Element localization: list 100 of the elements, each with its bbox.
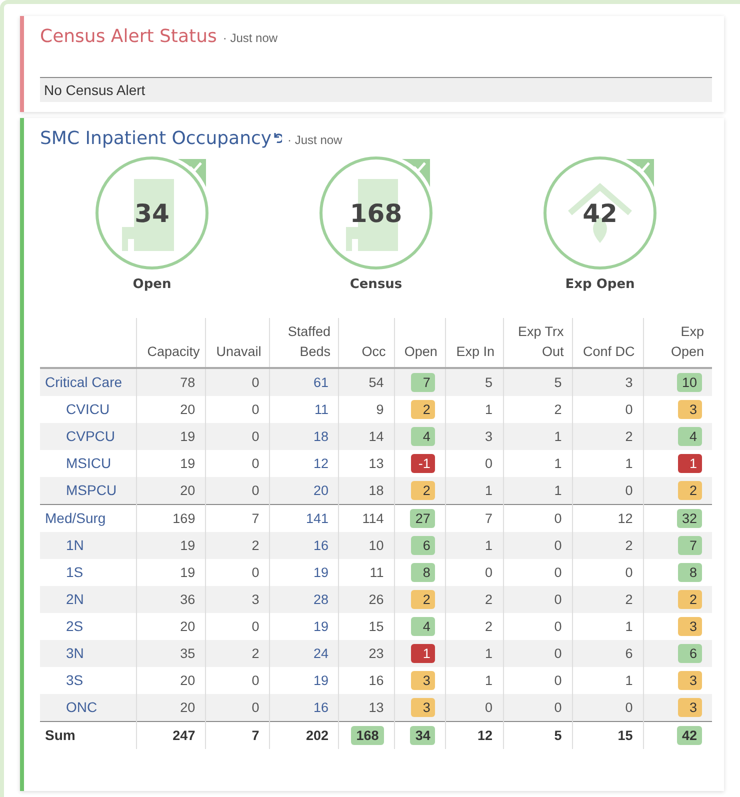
status-badge: 1 (678, 454, 702, 472)
column-header: Unavail (216, 343, 262, 362)
staffed-beds-link[interactable]: 16 (313, 700, 328, 714)
status-badge: 2 (678, 480, 702, 500)
card-title[interactable]: SMC Inpatient Occupancy (40, 128, 272, 149)
status-badge: 7 (411, 372, 436, 392)
table-cell: 54 (368, 374, 384, 390)
table-cell: Sum (45, 727, 76, 743)
staffed-beds-link[interactable]: 20 (313, 482, 328, 498)
staffed-beds-link[interactable]: 19 (313, 672, 328, 688)
status-badge: 7 (678, 536, 702, 554)
staffed-beds-link[interactable]: 61 (313, 374, 328, 390)
status-badge: 34 (410, 726, 436, 744)
table-cell: 1 (485, 646, 493, 660)
staffed-beds-link[interactable]: 28 (313, 592, 328, 606)
table-cell: 19 (180, 456, 196, 470)
table-cell: 2 (252, 646, 260, 660)
table-cell: 2 (625, 592, 633, 606)
table-cell: 7 (252, 728, 260, 742)
updated-time: · Just now (222, 31, 278, 45)
table-cell: 0 (252, 618, 260, 634)
staffed-beds-link[interactable]: 11 (314, 402, 328, 416)
table-cell: 0 (554, 564, 562, 580)
table-cell: 5 (485, 374, 493, 390)
staffed-beds-link[interactable]: 141 (306, 510, 328, 526)
table-cell: 1 (625, 618, 633, 634)
kpi-value: 168 (350, 198, 402, 228)
staffed-beds-link[interactable]: 16 (313, 538, 328, 552)
unit-link[interactable]: 1S (66, 564, 84, 580)
table-cell: 0 (554, 538, 562, 552)
table-cell: 19 (180, 538, 196, 552)
status-badge: 3 (678, 616, 702, 636)
status-badge: 4 (678, 426, 702, 446)
status-badge: 2 (411, 480, 436, 500)
table-cell: 0 (252, 672, 260, 688)
table-cell: 1 (554, 482, 562, 498)
table-cell: 1 (485, 538, 493, 552)
unit-link[interactable]: CVICU (66, 401, 110, 417)
table-cell: 12 (618, 510, 633, 526)
hospital-icon (122, 179, 174, 251)
table-cell: 0 (485, 564, 493, 580)
table-cell: 20 (180, 618, 196, 634)
status-badge: 42 (676, 726, 702, 744)
kpi-value: 34 (134, 198, 170, 228)
unit-link[interactable]: 2N (66, 591, 84, 607)
table-cell: 0 (625, 402, 633, 416)
table-cell: 18 (368, 482, 384, 498)
unit-link[interactable]: MSPCU (66, 482, 117, 498)
table-cell: 20 (180, 672, 196, 688)
status-badge: 3 (411, 698, 436, 716)
status-badge: 3 (678, 400, 702, 418)
staffed-beds-link[interactable]: 24 (313, 646, 328, 660)
table-cell: 247 (172, 728, 196, 742)
table-cell: 5 (554, 374, 562, 390)
status-badge: 4 (411, 616, 436, 636)
table-cell: 13 (368, 700, 384, 714)
unit-link[interactable]: Med/Surg (45, 510, 106, 526)
unit-link[interactable]: 3N (66, 645, 84, 661)
table-cell: 169 (172, 510, 196, 526)
table-cell: 1 (625, 672, 633, 688)
staffed-beds-link[interactable]: 12 (313, 456, 328, 470)
status-badge: 168 (351, 726, 384, 744)
table-cell: 12 (477, 728, 493, 742)
kpi-label: Open (132, 277, 172, 292)
staffed-beds-link[interactable]: 19 (313, 618, 328, 634)
status-badge: 2 (411, 590, 436, 608)
status-badge: 6 (678, 644, 702, 662)
house-icon (568, 183, 632, 243)
table-cell: 0 (252, 374, 260, 390)
table-cell: 19 (180, 564, 196, 580)
staffed-beds-link[interactable]: 19 (313, 564, 328, 580)
table-cell: 0 (554, 700, 562, 714)
table-cell: 1 (485, 402, 493, 416)
status-badge: 10 (676, 372, 702, 392)
status-badge: 27 (410, 508, 436, 528)
table-cell: 11 (370, 564, 384, 580)
staffed-beds-link[interactable]: 18 (313, 428, 328, 444)
column-header: Exp Trx Out (516, 323, 564, 362)
unit-link[interactable]: ONC (66, 699, 98, 715)
table-cell: 0 (554, 646, 562, 660)
table-cell: 0 (252, 482, 260, 498)
unit-link[interactable]: 3S (66, 672, 84, 688)
unit-link[interactable]: MSICU (66, 455, 112, 471)
alert-message: No Census Alert (40, 77, 712, 102)
kpi-label: Exp Open (565, 277, 635, 292)
status-badge: -1 (411, 454, 436, 472)
table-cell: 7 (252, 510, 260, 526)
table-cell: 2 (625, 428, 633, 444)
status-badge: 3 (678, 698, 702, 716)
status-badge: 3 (678, 670, 702, 690)
table-cell: 3 (625, 374, 633, 390)
table-cell: 2 (485, 592, 493, 606)
kpi-value: 42 (582, 198, 618, 228)
unit-link[interactable]: CVPCU (66, 428, 116, 444)
table-cell: 0 (252, 402, 260, 416)
unit-link[interactable]: 1N (66, 537, 84, 553)
refresh-icon[interactable] (272, 132, 282, 143)
table-cell: 20 (180, 402, 196, 416)
unit-link[interactable]: Critical Care (45, 374, 122, 390)
unit-link[interactable]: 2S (66, 618, 84, 634)
